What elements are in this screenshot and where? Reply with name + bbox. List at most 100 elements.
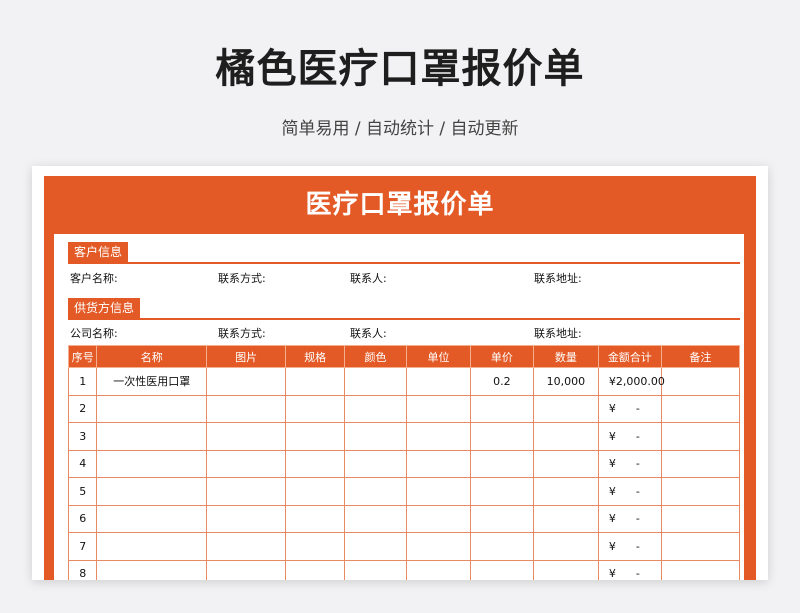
cell-amount[interactable]: ¥ -	[597, 422, 662, 451]
cell-remark[interactable]	[660, 532, 741, 561]
cell-image[interactable]	[206, 559, 287, 580]
cell-image[interactable]	[206, 532, 287, 561]
cell-remark[interactable]	[660, 367, 741, 396]
supplier-contact-person-label: 联系人:	[350, 327, 387, 340]
cell-unit[interactable]	[406, 559, 471, 580]
cell-index[interactable]: 5	[67, 477, 98, 506]
cell-color[interactable]	[344, 394, 408, 423]
cell-unit[interactable]	[406, 504, 471, 533]
cell-remark[interactable]	[660, 422, 741, 451]
cell-unit-price[interactable]	[469, 477, 534, 506]
cell-amount[interactable]: ¥ -	[597, 449, 662, 478]
cell-amount[interactable]: ¥ -	[597, 394, 662, 423]
cell-unit-price[interactable]: 0.2	[469, 367, 534, 396]
cell-name[interactable]: 一次性医用口罩	[96, 367, 208, 396]
cell-quantity[interactable]	[532, 504, 599, 533]
customer-section-label: 客户信息	[68, 242, 129, 262]
cell-remark[interactable]	[660, 449, 741, 478]
cell-spec[interactable]	[285, 422, 346, 451]
cell-quantity[interactable]	[532, 449, 599, 478]
currency-symbol: ¥	[608, 512, 616, 526]
cell-remark[interactable]	[660, 504, 741, 533]
currency-symbol: ¥	[608, 484, 616, 498]
cell-color[interactable]	[344, 449, 408, 478]
cell-unit-price[interactable]	[469, 504, 534, 533]
cell-unit[interactable]	[406, 367, 471, 396]
cell-remark[interactable]	[660, 559, 741, 580]
cell-spec[interactable]	[285, 477, 346, 506]
supplier-address-label: 联系地址:	[534, 327, 582, 340]
cell-spec[interactable]	[285, 532, 346, 561]
cell-remark[interactable]	[660, 477, 741, 506]
sheet-title: 医疗口罩报价单	[305, 190, 495, 220]
cell-image[interactable]	[206, 394, 287, 423]
cell-amount[interactable]: ¥ -	[597, 559, 662, 580]
cell-index[interactable]: 8	[67, 559, 98, 580]
table-row: 8 ¥ -	[67, 559, 741, 580]
cell-quantity[interactable]	[532, 477, 599, 506]
cell-unit-price[interactable]	[469, 559, 534, 580]
cell-spec[interactable]	[285, 449, 346, 478]
cell-name[interactable]	[96, 532, 208, 561]
cell-name[interactable]	[96, 559, 208, 580]
customer-section-divider	[68, 262, 740, 264]
cell-image[interactable]	[206, 367, 287, 396]
cell-image[interactable]	[206, 477, 287, 506]
cell-unit[interactable]	[406, 532, 471, 561]
col-header-quantity: 数量	[532, 345, 599, 368]
cell-index[interactable]: 1	[67, 367, 98, 396]
cell-amount[interactable]: ¥ -	[597, 504, 662, 533]
cell-name[interactable]	[96, 422, 208, 451]
cell-index[interactable]: 2	[67, 394, 98, 423]
cell-spec[interactable]	[285, 367, 346, 396]
page-subtitle: 简单易用 / 自动统计 / 自动更新	[281, 119, 519, 139]
cell-unit[interactable]	[406, 394, 471, 423]
cell-name[interactable]	[96, 394, 208, 423]
cell-unit-price[interactable]	[469, 449, 534, 478]
table-row: 4 ¥ -	[67, 449, 741, 478]
cell-unit[interactable]	[406, 422, 471, 451]
cell-index[interactable]: 3	[67, 422, 98, 451]
supplier-contact-method-label: 联系方式:	[218, 327, 266, 340]
cell-quantity[interactable]	[532, 532, 599, 561]
cell-spec[interactable]	[285, 504, 346, 533]
cell-name[interactable]	[96, 504, 208, 533]
cell-unit-price[interactable]	[469, 532, 534, 561]
cell-image[interactable]	[206, 449, 287, 478]
cell-spec[interactable]	[285, 394, 346, 423]
cell-quantity[interactable]	[532, 394, 599, 423]
cell-unit-price[interactable]	[469, 422, 534, 451]
cell-color[interactable]	[344, 477, 408, 506]
amount-value: -	[635, 402, 640, 416]
col-header-spec: 规格	[285, 345, 346, 368]
cell-index[interactable]: 7	[67, 532, 98, 561]
cell-unit[interactable]	[406, 477, 471, 506]
cell-index[interactable]: 4	[67, 449, 98, 478]
cell-quantity[interactable]	[532, 422, 599, 451]
cell-color[interactable]	[344, 532, 408, 561]
cell-image[interactable]	[206, 422, 287, 451]
cell-remark[interactable]	[660, 394, 741, 423]
cell-name[interactable]	[96, 477, 208, 506]
cell-index[interactable]: 6	[67, 504, 98, 533]
cell-color[interactable]	[344, 422, 408, 451]
table-body: 1 一次性医用口罩 0.2 10,000 ¥2,000.00 2 ¥ -3 ¥ -4 ¥ -5 ¥ -6 ¥…	[67, 367, 741, 580]
cell-amount[interactable]: ¥ -	[597, 477, 662, 506]
cell-color[interactable]	[344, 367, 408, 396]
cell-quantity[interactable]	[532, 559, 599, 580]
cell-amount[interactable]: ¥ -	[597, 532, 662, 561]
cell-image[interactable]	[206, 504, 287, 533]
cell-quantity[interactable]: 10,000	[532, 367, 599, 396]
col-header-color: 颜色	[344, 345, 408, 368]
cell-name[interactable]	[96, 449, 208, 478]
cell-unit[interactable]	[406, 449, 471, 478]
table-row: 1 一次性医用口罩 0.2 10,000 ¥2,000.00	[67, 367, 741, 396]
cell-amount[interactable]: ¥2,000.00	[597, 367, 665, 396]
cell-color[interactable]	[344, 559, 408, 580]
table-row: 6 ¥ -	[67, 504, 741, 533]
cell-color[interactable]	[344, 504, 408, 533]
currency-symbol: ¥	[608, 539, 616, 553]
cell-unit-price[interactable]	[469, 394, 534, 423]
col-header-index: 序号	[67, 345, 98, 368]
cell-spec[interactable]	[285, 559, 346, 580]
